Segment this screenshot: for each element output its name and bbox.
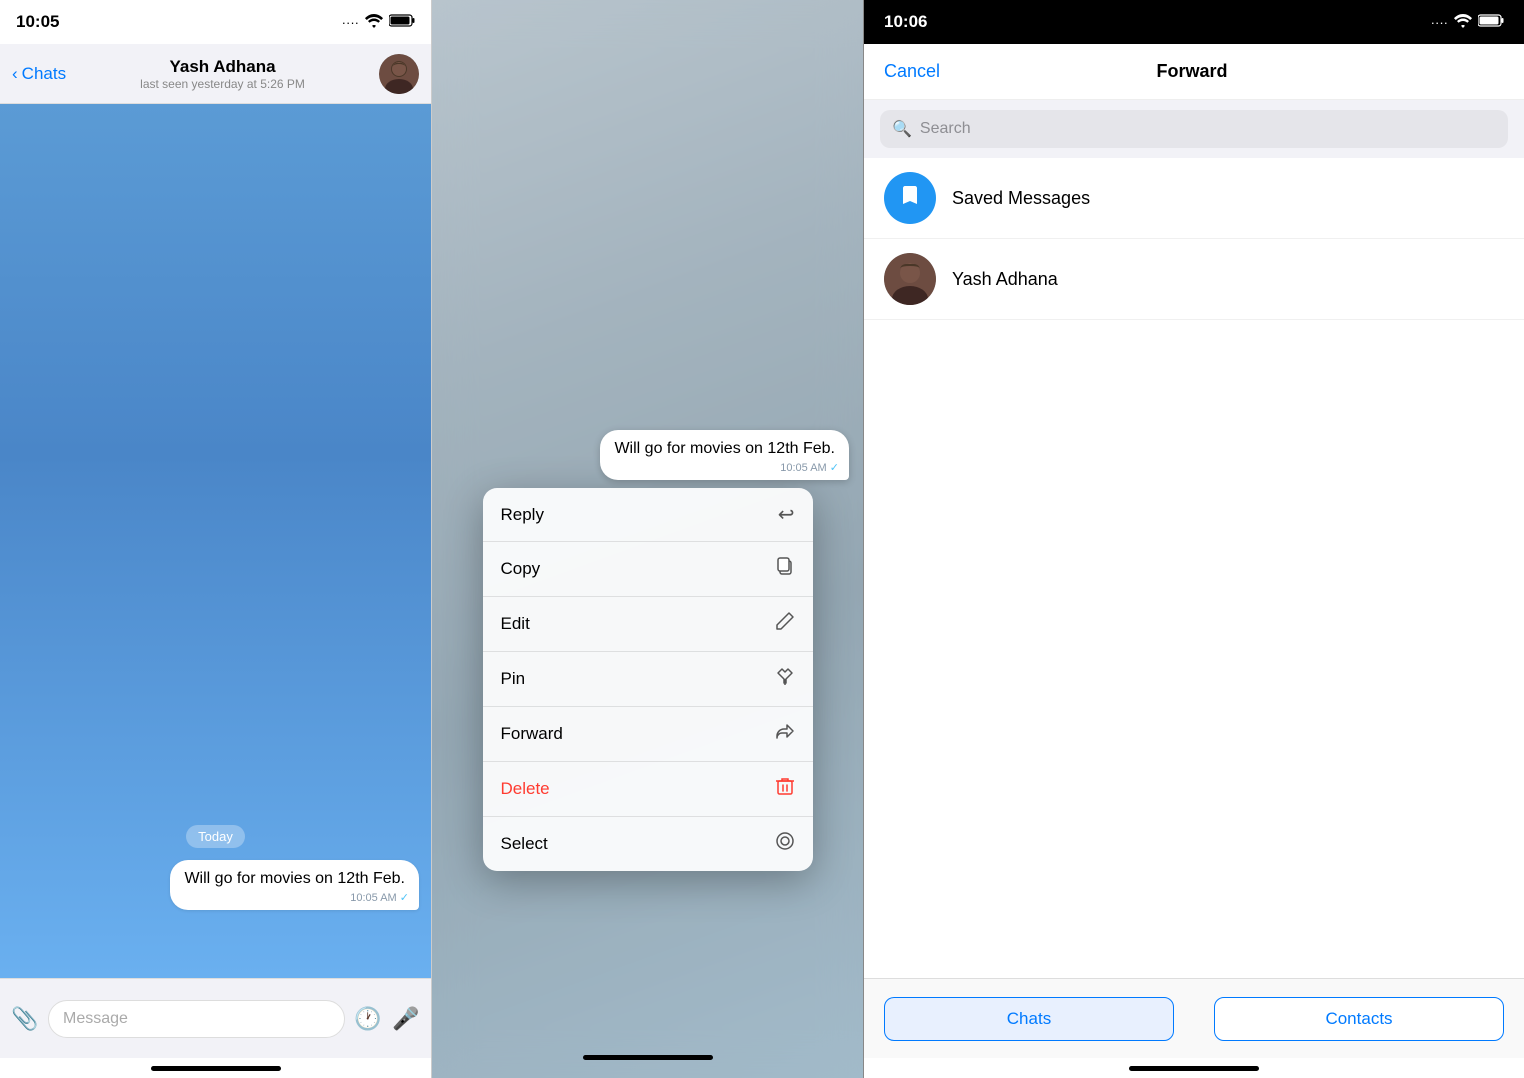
menu-item-select[interactable]: Select xyxy=(483,817,813,871)
search-icon: 🔍 xyxy=(892,119,912,139)
attachment-icon[interactable]: 📎 xyxy=(10,1004,40,1034)
preview-text: Will go for movies on 12th Feb. xyxy=(614,440,835,457)
message-input[interactable]: Message xyxy=(48,1000,345,1038)
search-placeholder: Search xyxy=(920,120,971,138)
chevron-left-icon: ‹ xyxy=(12,64,18,84)
search-bar[interactable]: 🔍 Search xyxy=(880,110,1508,148)
wifi-icon xyxy=(365,14,383,31)
panel-forward: 10:06 ···· Cancel Forward 🔍 Search xyxy=(864,0,1524,1078)
copy-label: Copy xyxy=(501,559,541,579)
saved-messages-avatar xyxy=(884,172,936,224)
delete-icon xyxy=(775,776,795,802)
back-button[interactable]: ‹ Chats xyxy=(12,64,66,84)
menu-item-copy[interactable]: Copy xyxy=(483,542,813,597)
edit-label: Edit xyxy=(501,614,530,634)
forward-label: Forward xyxy=(501,724,563,744)
date-divider: Today xyxy=(186,825,245,848)
home-indicator xyxy=(864,1058,1524,1078)
forward-title: Forward xyxy=(1157,61,1228,82)
status-icons: ···· xyxy=(1431,14,1504,31)
message-bubble: Will go for movies on 12th Feb. 10:05 AM… xyxy=(170,860,419,910)
yash-adhana-name: Yash Adhana xyxy=(952,269,1058,290)
forward-item-saved[interactable]: Saved Messages xyxy=(864,158,1524,239)
panel-context-menu: Will go for movies on 12th Feb. 10:05 AM… xyxy=(432,0,864,1078)
chats-tab[interactable]: Chats xyxy=(884,997,1174,1041)
forward-item-yash[interactable]: Yash Adhana xyxy=(864,239,1524,320)
signal-icon: ···· xyxy=(342,15,359,30)
pin-label: Pin xyxy=(501,669,526,689)
forward-icon xyxy=(775,721,795,747)
reply-label: Reply xyxy=(501,505,544,525)
nav-bar: ‹ Chats Yash Adhana last seen yesterday … xyxy=(0,44,431,104)
forward-nav: Cancel Forward xyxy=(864,44,1524,100)
content: Will go for movies on 12th Feb. 10:05 AM… xyxy=(432,0,863,1078)
home-bar xyxy=(1129,1066,1259,1071)
home-bar xyxy=(151,1066,281,1071)
copy-icon xyxy=(775,556,795,582)
select-label: Select xyxy=(501,834,548,854)
status-icons: ···· xyxy=(342,14,415,31)
home-indicator xyxy=(0,1058,431,1078)
menu-item-delete[interactable]: Delete xyxy=(483,762,813,817)
chat-background: Today Will go for movies on 12th Feb. 10… xyxy=(0,104,431,978)
home-indicator xyxy=(432,1042,863,1072)
delete-label: Delete xyxy=(501,779,550,799)
status-time: 10:05 xyxy=(16,12,59,32)
bookmark-icon xyxy=(898,183,922,214)
message-preview: Will go for movies on 12th Feb. 10:05 AM… xyxy=(600,430,849,480)
user-avatar xyxy=(884,253,936,305)
menu-item-reply[interactable]: Reply ↩ xyxy=(483,488,813,542)
contact-status: last seen yesterday at 5:26 PM xyxy=(140,77,305,91)
menu-item-forward[interactable]: Forward xyxy=(483,707,813,762)
emoji-icon[interactable]: 🕐 xyxy=(353,1004,383,1034)
pin-icon xyxy=(775,666,795,692)
mic-icon[interactable]: 🎤 xyxy=(391,1004,421,1034)
home-bar xyxy=(583,1055,713,1060)
nav-center: Yash Adhana last seen yesterday at 5:26 … xyxy=(140,57,305,91)
message-time: 10:05 AM ✓ xyxy=(350,891,409,904)
contact-name: Yash Adhana xyxy=(169,57,275,77)
contacts-tab[interactable]: Contacts xyxy=(1214,997,1504,1041)
search-container: 🔍 Search xyxy=(864,100,1524,158)
panel-chat: 10:05 ···· ‹ Chats Yash Adhana last seen… xyxy=(0,0,432,1078)
edit-icon xyxy=(775,611,795,637)
contact-avatar[interactable] xyxy=(379,54,419,94)
cancel-button[interactable]: Cancel xyxy=(884,61,940,82)
reply-icon: ↩ xyxy=(778,502,795,527)
status-bar: 10:06 ···· xyxy=(864,0,1524,44)
saved-messages-name: Saved Messages xyxy=(952,188,1090,209)
battery-icon xyxy=(1478,14,1504,30)
battery-icon xyxy=(389,14,415,30)
status-time: 10:06 xyxy=(884,12,927,32)
signal-icon: ···· xyxy=(1431,15,1448,30)
select-icon xyxy=(775,831,795,857)
context-menu: Reply ↩ Copy Edit xyxy=(483,488,813,871)
back-label: Chats xyxy=(22,64,66,84)
forward-list: Saved Messages Yash Adhana xyxy=(864,158,1524,978)
status-bar: 10:05 ···· xyxy=(0,0,431,44)
bottom-tabs: Chats Contacts xyxy=(864,978,1524,1058)
input-placeholder: Message xyxy=(63,1010,128,1028)
menu-item-edit[interactable]: Edit xyxy=(483,597,813,652)
wifi-icon xyxy=(1454,14,1472,31)
message-text: Will go for movies on 12th Feb. xyxy=(184,870,405,887)
preview-time: 10:05 AM ✓ xyxy=(780,461,839,474)
menu-item-pin[interactable]: Pin xyxy=(483,652,813,707)
input-bar: 📎 Message 🕐 🎤 xyxy=(0,978,431,1058)
